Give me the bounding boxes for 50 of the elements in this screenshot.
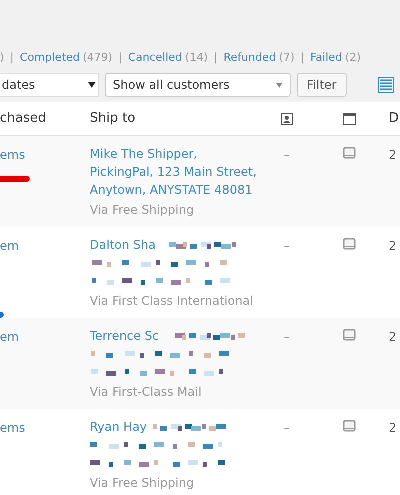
separator: |: [10, 50, 14, 66]
separator: |: [214, 50, 218, 66]
items-link[interactable]: ems: [0, 146, 26, 164]
address-line[interactable]: Ryan Hay: [90, 418, 148, 436]
items-link[interactable]: ems: [0, 419, 26, 437]
date-cell-text: 2: [389, 329, 397, 346]
note-icon[interactable]: [343, 238, 356, 250]
column-header: Ship to: [90, 110, 136, 128]
shipping-method: Via Free Shipping: [90, 475, 196, 492]
status-link[interactable]: Refunded: [224, 50, 276, 66]
shipping-method: Via First-Class Mail: [90, 384, 203, 401]
separator: |: [300, 50, 304, 66]
note-icon[interactable]: [343, 420, 356, 432]
status-link[interactable]: Failed: [310, 50, 342, 66]
date-cell-text: 2: [389, 147, 397, 164]
note-icon[interactable]: [343, 329, 356, 341]
list-view-icon[interactable]: [378, 77, 394, 93]
items-link[interactable]: em: [0, 328, 20, 346]
address-line[interactable]: Mike The Shipper,: [90, 145, 198, 163]
date-cell-text: 2: [389, 420, 397, 437]
shipping-method: Via Free Shipping: [90, 202, 196, 219]
table-cell-text: –: [284, 238, 290, 255]
column-header: D: [389, 110, 400, 128]
customer-select[interactable]: Show all customers: [105, 73, 291, 97]
address-line[interactable]: PickingPal, 123 Main Street,: [90, 163, 257, 181]
status-count: (7): [279, 50, 295, 66]
table-cell-text: –: [284, 420, 290, 437]
status-link[interactable]: ): [0, 50, 4, 66]
column-header: chased: [0, 110, 46, 128]
status-count: (2): [345, 50, 362, 66]
dropdown-arrow-icon: [276, 82, 283, 88]
table-cell-text: –: [284, 329, 290, 346]
status-link[interactable]: Completed: [20, 50, 80, 66]
status-count: (479): [83, 50, 113, 66]
dropdown-arrow-icon: [88, 82, 96, 88]
table-cell-text: –: [284, 147, 290, 164]
status-count: (14): [185, 50, 208, 66]
status-link[interactable]: Cancelled: [128, 50, 182, 66]
window-icon: [343, 112, 356, 124]
filter-button[interactable]: Filter: [297, 73, 347, 97]
date-select[interactable]: dates: [0, 73, 99, 97]
address-line[interactable]: Dalton Sha: [90, 236, 156, 254]
note-icon[interactable]: [343, 147, 356, 159]
separator: |: [118, 50, 122, 66]
address-line[interactable]: Anytown, ANYSTATE 48081: [90, 181, 253, 199]
items-link[interactable]: em: [0, 237, 20, 255]
address-line[interactable]: Terrence Sc: [90, 327, 160, 345]
shipping-method: Via First Class International: [90, 293, 254, 310]
contact-card-icon: [281, 112, 293, 124]
date-cell-text: 2: [389, 238, 397, 255]
